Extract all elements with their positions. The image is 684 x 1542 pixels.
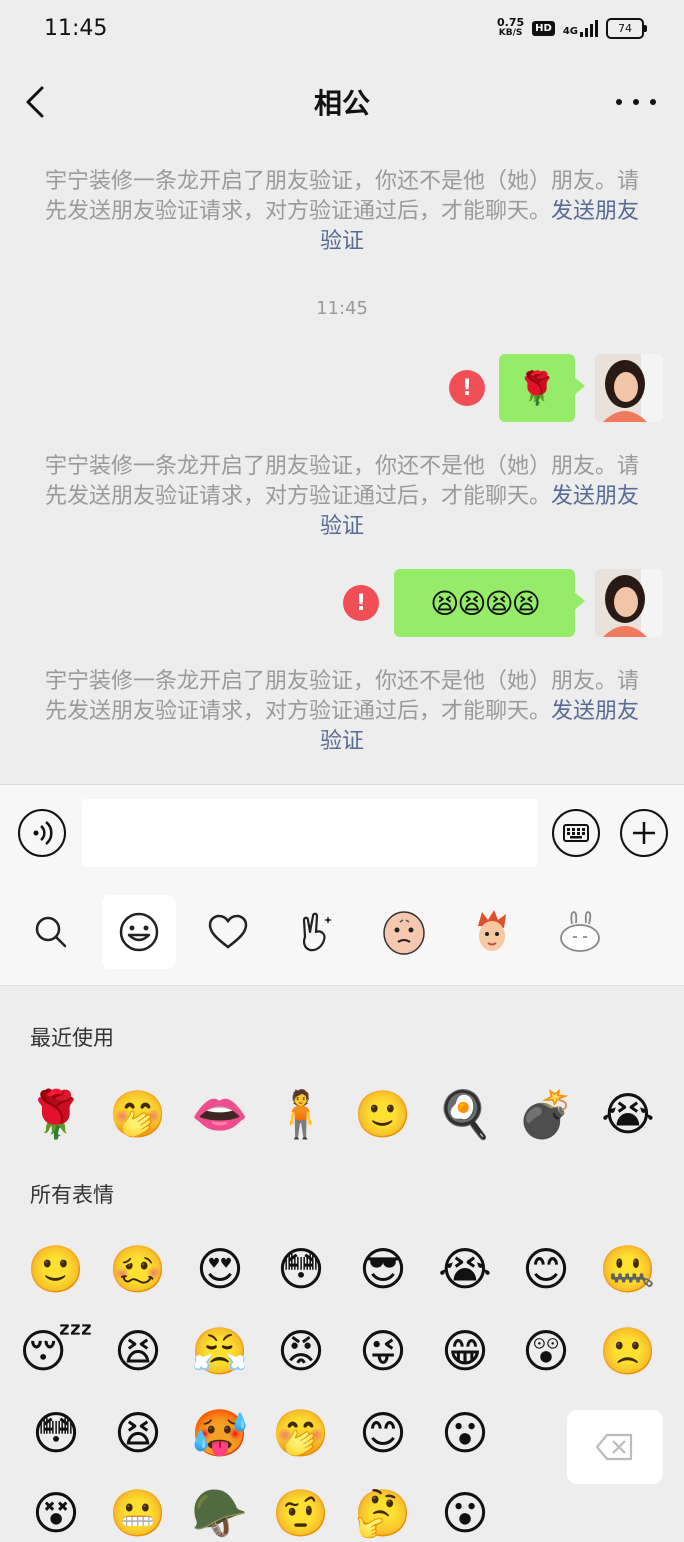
- emoji-item[interactable]: 😴: [19, 1322, 93, 1380]
- more-dot-icon: [616, 99, 622, 105]
- emoji-item[interactable]: 😎: [354, 1240, 412, 1298]
- emoji-item[interactable]: 😫: [109, 1322, 167, 1380]
- emoji-item[interactable]: 😫: [109, 1404, 167, 1462]
- system-message: 宇宁装修一条龙开启了朋友验证，你还不是他（她）朋友。请先发送朋友验证请求，对方验…: [44, 169, 640, 254]
- status-time: 11:45: [44, 16, 108, 41]
- status-icons: 0.75 KB/S HD 4G 74: [497, 16, 647, 39]
- emoji-crying[interactable]: 😭: [599, 1085, 657, 1143]
- emoji-smile[interactable]: 🙂: [354, 1085, 412, 1143]
- avatar[interactable]: [595, 569, 663, 637]
- keyboard-icon: [563, 824, 589, 842]
- emoji-item[interactable]: 🤐: [599, 1240, 657, 1298]
- tab-sticker-pack-3[interactable]: [543, 895, 617, 969]
- sticker-tabs: [0, 877, 684, 986]
- emoji-frying-pan[interactable]: 🍳: [436, 1085, 494, 1143]
- page-title: 相公: [313, 87, 370, 120]
- emoji-bomb[interactable]: 💣: [517, 1085, 575, 1143]
- send-failed-icon[interactable]: !: [343, 585, 379, 621]
- emoji-item[interactable]: 🙂: [27, 1240, 85, 1298]
- keyboard-button[interactable]: [552, 809, 600, 857]
- emoji-item[interactable]: 😤: [191, 1322, 249, 1380]
- chat-header: 相公: [0, 60, 684, 144]
- hd-badge: HD: [532, 20, 555, 36]
- emoji-item[interactable]: 🤭: [272, 1404, 330, 1462]
- emoji-item[interactable]: 🥵: [191, 1404, 249, 1462]
- message-bubble[interactable]: 🌹: [499, 354, 585, 422]
- emoji-item[interactable]: 😊: [354, 1404, 412, 1462]
- signal-icon: 4G: [563, 19, 598, 37]
- send-failed-icon[interactable]: !: [449, 370, 485, 406]
- emoji-item[interactable]: 😊: [517, 1240, 575, 1298]
- status-bar: 11:45 0.75 KB/S HD 4G 74: [0, 0, 684, 60]
- all-section-label: 所有表情: [30, 1183, 114, 1207]
- backspace-icon: [595, 1433, 633, 1461]
- avatar-image: [595, 354, 663, 422]
- tab-sticker-pack-2[interactable]: [455, 895, 529, 969]
- emoji-item[interactable]: 🙁: [599, 1322, 657, 1380]
- emoji-item[interactable]: 😲: [517, 1322, 575, 1380]
- avatar-image: [595, 569, 663, 637]
- emoji-item[interactable]: 😍: [191, 1240, 249, 1298]
- heart-icon: [208, 914, 248, 949]
- search-icon: [35, 916, 67, 948]
- more-functions-button[interactable]: [620, 809, 668, 857]
- smiley-icon: [119, 912, 159, 952]
- emoji-item[interactable]: 😮: [436, 1484, 494, 1542]
- voice-button[interactable]: [18, 809, 66, 857]
- victory-hand-icon: [302, 912, 332, 952]
- plus-icon: [633, 822, 655, 844]
- emoji-item[interactable]: 😳: [27, 1404, 85, 1462]
- emoji-item[interactable]: 😭: [436, 1240, 494, 1298]
- emoji-item[interactable]: 🤨: [272, 1484, 330, 1542]
- emoji-item[interactable]: 😜: [354, 1322, 412, 1380]
- net-speed: 0.75 KB/S: [497, 16, 525, 38]
- emoji-item[interactable]: 😡: [272, 1322, 330, 1380]
- tab-emoji[interactable]: [102, 895, 176, 969]
- tab-sticker-pack-1[interactable]: [367, 895, 441, 969]
- tab-search[interactable]: [14, 895, 88, 969]
- emoji-item[interactable]: 😮: [436, 1404, 494, 1462]
- cartoon-boy-sticker-icon: [478, 910, 506, 951]
- bald-man-sticker-icon: [383, 911, 425, 955]
- delete-button[interactable]: [567, 1410, 663, 1484]
- message-input[interactable]: [82, 799, 538, 867]
- emoji-item[interactable]: 😁: [436, 1322, 494, 1380]
- emoji-item[interactable]: 🤔: [354, 1484, 412, 1542]
- message-bubble[interactable]: 😫😫😫😫: [394, 569, 585, 637]
- emoji-rose[interactable]: 🌹: [27, 1085, 85, 1143]
- emoji-item[interactable]: 😵: [27, 1484, 85, 1542]
- tab-stickers-gesture[interactable]: [279, 895, 353, 969]
- emoji-item[interactable]: 😳: [272, 1240, 330, 1298]
- emoji-lips[interactable]: 👄: [191, 1085, 249, 1143]
- tab-favorites[interactable]: [191, 895, 265, 969]
- system-message: 宇宁装修一条龙开启了朋友验证，你还不是他（她）朋友。请先发送朋友验证请求，对方验…: [44, 454, 640, 539]
- battery-icon: 74: [606, 17, 647, 39]
- emoji-item[interactable]: 🪖: [191, 1484, 249, 1542]
- avatar[interactable]: [595, 354, 663, 422]
- recent-section-label: 最近使用: [30, 1026, 114, 1050]
- emoji-cover-mouth[interactable]: 🤭: [109, 1085, 167, 1143]
- emoji-item[interactable]: 😬: [109, 1484, 167, 1542]
- bunny-sticker-icon: [560, 911, 600, 952]
- input-bar: [0, 785, 684, 877]
- voice-icon: [33, 821, 53, 845]
- emoji-person[interactable]: 🧍: [272, 1085, 330, 1143]
- more-button[interactable]: [616, 88, 656, 116]
- emoji-item[interactable]: 🥴: [109, 1240, 167, 1298]
- message-timestamp: 11:45: [316, 298, 368, 319]
- system-message: 宇宁装修一条龙开启了朋友验证，你还不是他（她）朋友。请先发送朋友验证请求，对方验…: [44, 669, 640, 754]
